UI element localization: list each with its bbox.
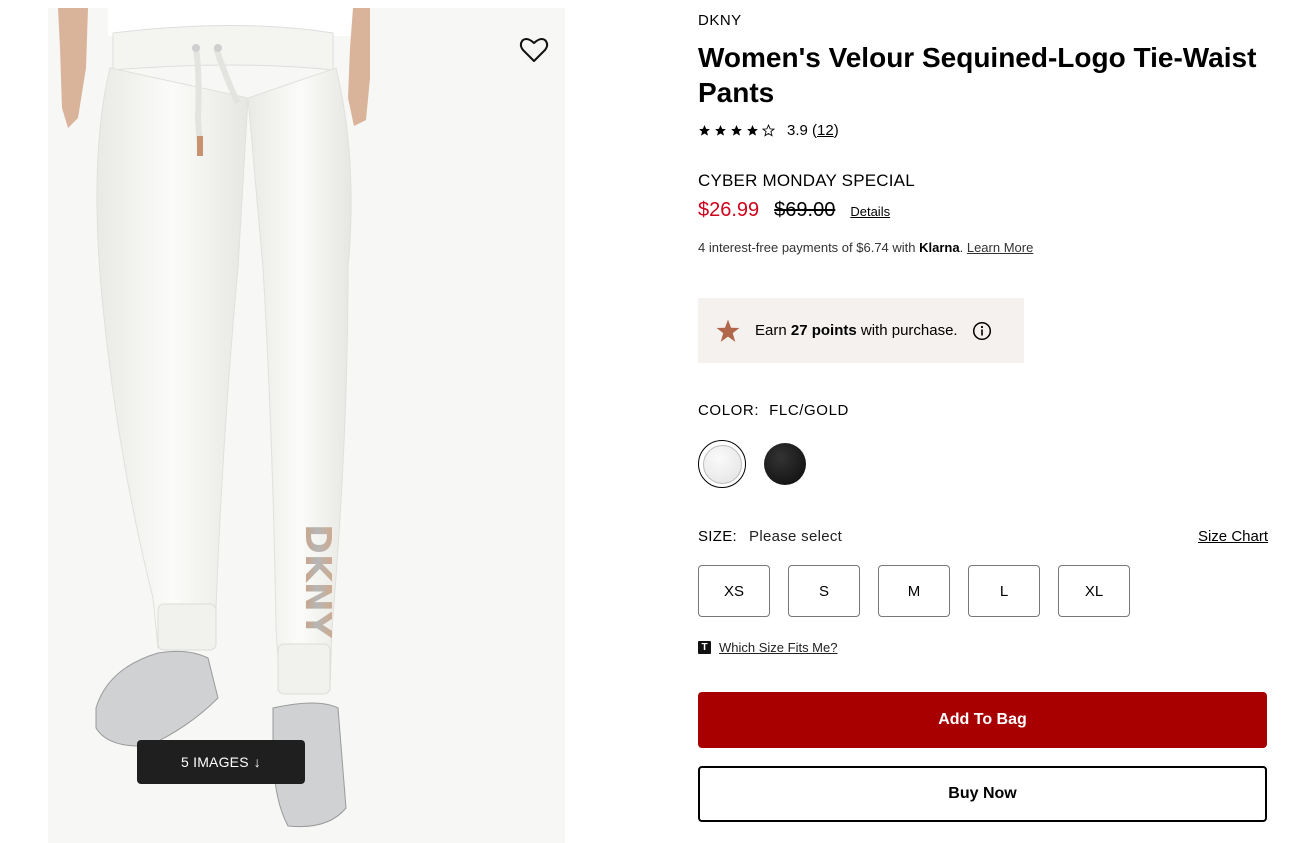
- klarna-learn-more-link[interactable]: Learn More: [967, 240, 1033, 255]
- color-swatch-white[interactable]: [698, 440, 746, 488]
- color-swatch-black[interactable]: [764, 443, 806, 485]
- size-option-l[interactable]: L: [968, 565, 1040, 617]
- star-rating: [698, 124, 775, 137]
- add-to-bag-button[interactable]: Add To Bag: [698, 692, 1267, 748]
- image-count-button[interactable]: 5 IMAGES ↓: [137, 740, 305, 784]
- buy-now-button[interactable]: Buy Now: [698, 766, 1267, 822]
- size-label: SIZE:: [698, 528, 738, 545]
- size-fit-helper[interactable]: T Which Size Fits Me?: [698, 640, 837, 655]
- size-value: Please select: [749, 528, 843, 545]
- original-price: $69.00: [774, 199, 836, 221]
- star-icon: [716, 319, 740, 342]
- star-filled-icon: [747, 125, 758, 136]
- klarna-payments: 4 interest-free payments of $6.74 with K…: [698, 240, 1033, 255]
- rating-summary[interactable]: 3.9 (12): [698, 122, 839, 139]
- size-option-xs[interactable]: XS: [698, 565, 770, 617]
- klarna-text: 4 interest-free payments of $6.74 with: [698, 240, 920, 255]
- star-empty-icon: [762, 124, 775, 137]
- star-filled-icon: [731, 125, 742, 136]
- star-filled-icon: [715, 125, 726, 136]
- wishlist-button[interactable]: [518, 34, 550, 66]
- size-selector-label: SIZE: Please select: [698, 528, 842, 545]
- product-image-panel[interactable]: DKNY 5 IMAGES ↓: [48, 8, 565, 843]
- price-details-link[interactable]: Details: [850, 204, 890, 219]
- rating-score: 3.9: [787, 122, 808, 139]
- rewards-text: Earn 27 points with purchase.: [755, 322, 958, 339]
- rewards-points-value: 27 points: [790, 322, 857, 339]
- size-options: XS S M L XL: [698, 565, 1130, 617]
- which-size-fits-link[interactable]: Which Size Fits Me?: [719, 640, 837, 655]
- image-count-label: 5 IMAGES: [181, 754, 249, 770]
- review-count-link[interactable]: 12: [817, 122, 834, 139]
- klarna-brand: Klarna: [919, 240, 960, 255]
- info-icon[interactable]: [972, 321, 992, 341]
- size-chart-link[interactable]: Size Chart: [1198, 528, 1268, 545]
- product-photo: DKNY: [58, 8, 370, 828]
- true-fit-icon: T: [698, 641, 711, 654]
- klarna-period: .: [959, 240, 964, 255]
- dkny-sequin-logo: DKNY: [297, 524, 338, 639]
- rating-text: 3.9 (12): [787, 122, 839, 139]
- heart-icon: [519, 37, 549, 62]
- rewards-points-box: Earn 27 points with purchase.: [698, 298, 1024, 363]
- promo-label: CYBER MONDAY SPECIAL: [698, 171, 915, 190]
- price-row: $26.99 $69.00 Details: [698, 199, 890, 222]
- arrow-down-icon: ↓: [253, 754, 261, 770]
- sale-price: $26.99: [698, 199, 760, 221]
- color-value: FLC/GOLD: [769, 402, 849, 419]
- size-option-xl[interactable]: XL: [1058, 565, 1130, 617]
- star-filled-icon: [699, 125, 710, 136]
- size-option-s[interactable]: S: [788, 565, 860, 617]
- color-selector-label: COLOR: FLC/GOLD: [698, 402, 849, 419]
- color-label: COLOR:: [698, 402, 760, 419]
- product-title: Women's Velour Sequined-Logo Tie-Waist P…: [698, 42, 1257, 108]
- brand-name[interactable]: DKNY: [698, 12, 742, 29]
- size-option-m[interactable]: M: [878, 565, 950, 617]
